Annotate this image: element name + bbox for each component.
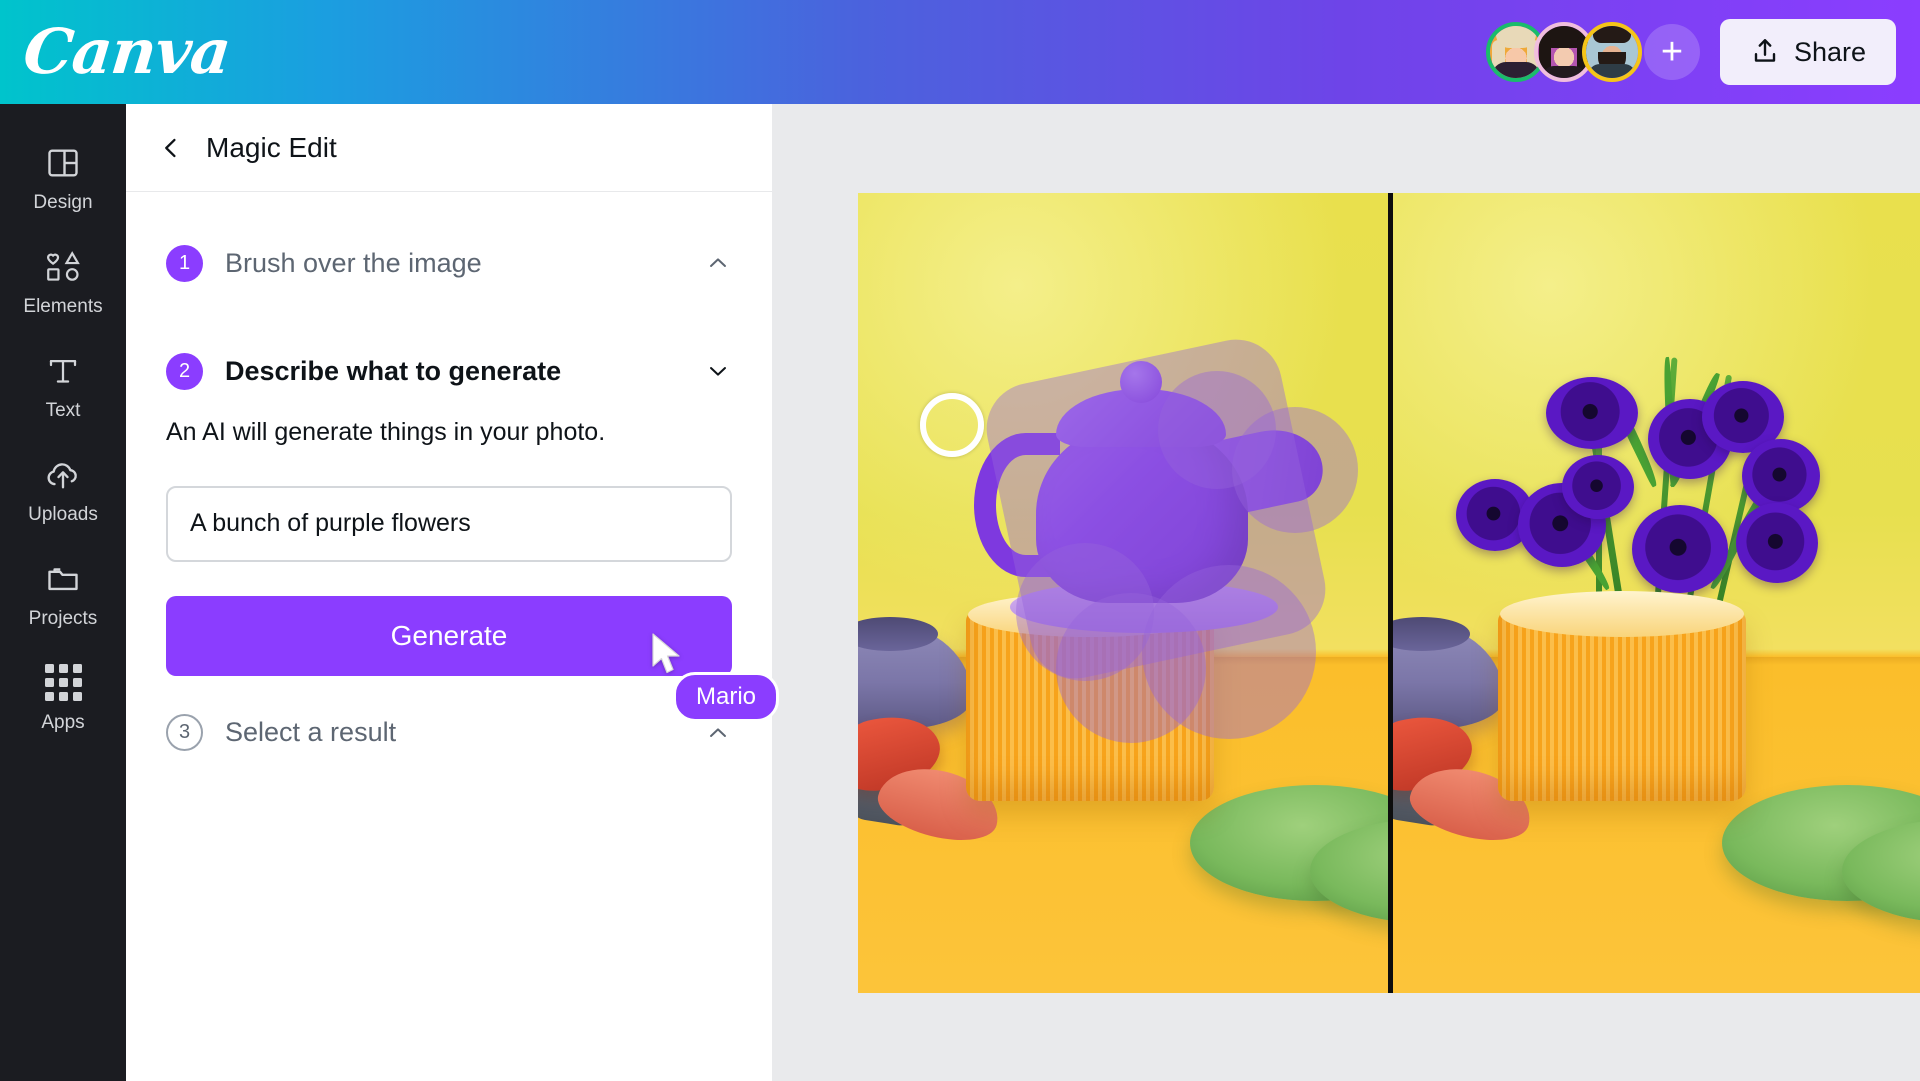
page-title: Magic Edit	[206, 131, 337, 163]
sidebar-label: Elements	[23, 295, 103, 317]
sidebar: Design Elements Text Uploads Projects Ap…	[0, 104, 126, 1081]
chevron-down-icon[interactable]	[706, 359, 730, 383]
avatar-hair	[1592, 26, 1631, 43]
purple-flower	[1632, 505, 1728, 593]
text-t-icon	[43, 351, 83, 391]
layout-grid-icon	[43, 143, 83, 183]
step-badge: 3	[166, 714, 203, 752]
sidebar-label: Apps	[41, 711, 85, 733]
step-row-select-result[interactable]: 3 Select a result	[126, 696, 772, 770]
chevron-left-icon[interactable]	[158, 135, 184, 161]
topbar-right-cluster: + Share	[1485, 19, 1920, 85]
sidebar-label: Text	[45, 399, 81, 421]
top-bar: Canva + Share	[0, 0, 1920, 104]
sidebar-label: Design	[33, 191, 93, 213]
step-label: Describe what to generate	[225, 355, 562, 386]
purple-flower	[1546, 377, 1638, 449]
cloud-upload-icon	[43, 455, 83, 495]
sidebar-item-design[interactable]: Design	[0, 126, 126, 230]
sidebar-item-projects[interactable]: Projects	[0, 542, 126, 646]
orange-pot-rim	[1500, 591, 1744, 637]
add-collaborator-button[interactable]: +	[1643, 24, 1700, 80]
chevron-up-icon[interactable]	[706, 251, 730, 275]
shapes-icon	[43, 247, 83, 287]
orange-pot	[1498, 611, 1746, 801]
sidebar-item-uploads[interactable]: Uploads	[0, 438, 126, 542]
step-badge: 2	[166, 352, 203, 390]
avatar-body	[1491, 62, 1540, 78]
sidebar-label: Projects	[28, 607, 98, 629]
image-after[interactable]	[1390, 193, 1920, 993]
avatar-body	[1541, 66, 1586, 78]
sidebar-item-elements[interactable]: Elements	[0, 230, 126, 334]
folder-icon	[43, 559, 83, 599]
step-label: Select a result	[225, 717, 397, 748]
purple-flower	[1736, 503, 1818, 583]
canva-logo[interactable]: Canva	[20, 15, 233, 88]
avatar-body	[1587, 64, 1636, 78]
step-label: Brush over the image	[225, 247, 482, 278]
chevron-up-icon[interactable]	[706, 721, 730, 745]
comparison-divider[interactable]	[1388, 193, 1393, 993]
upload-icon	[1750, 36, 1780, 69]
step-badge: 1	[166, 244, 203, 282]
image-comparison-artboard[interactable]	[858, 193, 1920, 993]
sidebar-label: Uploads	[28, 503, 98, 525]
generate-button[interactable]: Generate	[166, 595, 732, 676]
panel-header: Magic Edit	[126, 104, 772, 192]
magic-edit-panel: Magic Edit 1 Brush over the image 2 Desc…	[126, 104, 772, 1081]
purple-flower	[1562, 455, 1634, 519]
brush-mask-shape	[1056, 593, 1206, 743]
plus-icon: +	[1660, 31, 1684, 73]
step-row-describe[interactable]: 2 Describe what to generate	[126, 334, 772, 408]
avatar[interactable]	[1581, 22, 1642, 82]
canvas-area[interactable]	[772, 104, 1920, 1081]
sidebar-item-text[interactable]: Text	[0, 334, 126, 438]
step-row-brush[interactable]: 1 Brush over the image	[126, 226, 772, 300]
image-before[interactable]	[858, 193, 1390, 993]
circle-brush-cursor	[920, 393, 984, 457]
share-button[interactable]: Share	[1719, 19, 1896, 85]
prompt-input[interactable]	[166, 485, 732, 562]
panel-description: An AI will generate things in your photo…	[166, 418, 606, 446]
apps-grid-icon	[43, 663, 83, 703]
purple-flower	[1742, 439, 1820, 513]
share-label: Share	[1793, 36, 1866, 67]
sidebar-item-apps[interactable]: Apps	[0, 646, 126, 750]
brush-mask-shape	[1232, 407, 1358, 533]
